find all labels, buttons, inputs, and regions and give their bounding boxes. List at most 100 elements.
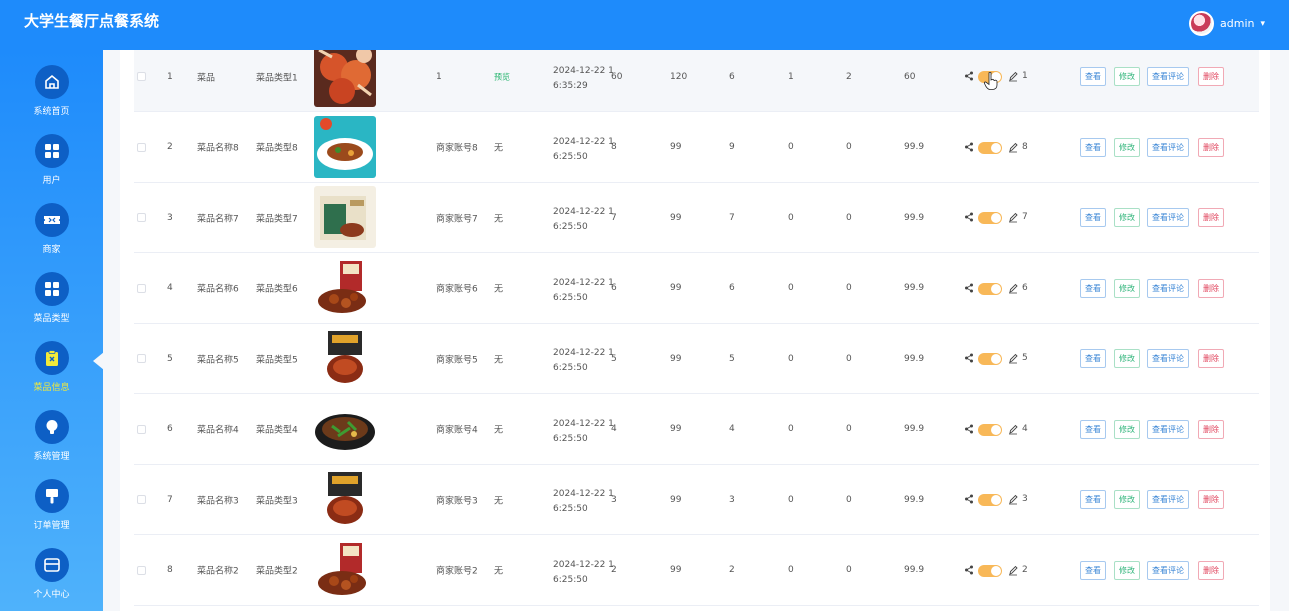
user-menu[interactable]: admin ▾ — [1189, 11, 1265, 36]
share-icon[interactable] — [964, 423, 974, 435]
table-row[interactable]: 7 菜品名称3 菜品类型3 商家账号3 3 99 3 0 0 99.9 无 2024-12-22 1 6… — [134, 465, 1259, 535]
edit-button[interactable]: 修改 — [1114, 560, 1140, 580]
edit-pen-icon[interactable] — [1008, 493, 1018, 505]
share-icon[interactable] — [964, 493, 974, 505]
edit-button[interactable]: 修改 — [1114, 208, 1140, 227]
row-checkbox[interactable] — [137, 495, 146, 504]
sidebar-item-1[interactable]: 系统首页 — [0, 50, 103, 119]
delete-button[interactable]: 删除 — [1198, 349, 1224, 368]
table-row[interactable]: 1 菜品 菜品类型1 1 60 120 6 1 2 60 预览 2024-12-22 1 6:35:29… — [134, 50, 1259, 112]
share-icon[interactable] — [964, 211, 974, 223]
sidebar-item-4[interactable]: 菜品类型 — [0, 257, 103, 326]
table-row[interactable]: 3 菜品名称7 菜品类型7 商家账号7 7 99 7 0 0 99.9 无 2024-12-22 1 6… — [134, 183, 1259, 253]
delete-button[interactable]: 删除 — [1198, 560, 1224, 580]
status-toggle[interactable] — [978, 564, 1002, 577]
view-button[interactable]: 查看 — [1080, 208, 1106, 227]
share-icon[interactable] — [964, 70, 974, 82]
cell-type: 菜品类型5 — [256, 355, 298, 365]
status-toggle[interactable] — [978, 282, 1002, 295]
delete-button[interactable]: 删除 — [1198, 419, 1224, 439]
row-checkbox[interactable] — [137, 213, 146, 222]
status-toggle[interactable] — [978, 353, 1002, 365]
view-comments-button[interactable]: 查看评论 — [1147, 137, 1189, 157]
row-checkbox[interactable] — [137, 424, 146, 434]
table-row[interactable]: 6 菜品名称4 菜品类型4 商家账号4 4 99 4 0 0 99.9 无 2024-12-22 1 6… — [134, 395, 1259, 465]
delete-button[interactable]: 删除 — [1198, 137, 1224, 157]
view-button[interactable]: 查看 — [1080, 419, 1106, 439]
edit-pen-icon[interactable] — [1008, 352, 1018, 364]
delete-button[interactable]: 删除 — [1198, 278, 1224, 298]
view-button[interactable]: 查看 — [1080, 137, 1106, 157]
status-toggle[interactable] — [978, 212, 1002, 224]
row-checkbox[interactable] — [137, 354, 146, 363]
view-button[interactable]: 查看 — [1080, 560, 1106, 580]
view-comments-button[interactable]: 查看评论 — [1147, 278, 1189, 298]
sidebar-item-2[interactable]: 用户 — [0, 119, 103, 188]
sidebar-item-7[interactable]: 订单管理 — [0, 464, 103, 533]
status-toggle[interactable] — [978, 494, 1002, 506]
cell-index: 5 — [167, 353, 173, 364]
sidebar-item-6[interactable]: 系统管理 — [0, 395, 103, 464]
view-button[interactable]: 查看 — [1080, 490, 1106, 509]
food-image — [314, 256, 376, 319]
edit-pen-icon[interactable] — [1008, 282, 1018, 294]
cell-index: 1 — [167, 71, 173, 82]
view-button[interactable]: 查看 — [1080, 349, 1106, 368]
delete-button[interactable]: 删除 — [1198, 208, 1224, 227]
status-toggle[interactable] — [978, 141, 1002, 154]
status-toggle[interactable] — [978, 423, 1002, 436]
sidebar-item-8[interactable]: 个人中心 — [0, 533, 103, 602]
cell-c4: 1 — [788, 71, 794, 82]
edit-button[interactable]: 修改 — [1114, 490, 1140, 509]
cell-c2: 99 — [670, 283, 682, 293]
edit-button[interactable]: 修改 — [1114, 67, 1140, 86]
edit-pen-icon[interactable] — [1008, 564, 1018, 576]
username[interactable]: admin — [1220, 17, 1254, 30]
row-checkbox[interactable] — [137, 142, 146, 152]
view-comments-button[interactable]: 查看评论 — [1147, 349, 1189, 368]
edit-button[interactable]: 修改 — [1114, 137, 1140, 157]
edit-button[interactable]: 修改 — [1114, 278, 1140, 298]
view-comments-button[interactable]: 查看评论 — [1147, 67, 1189, 86]
food-image — [314, 115, 376, 178]
sidebar-item-5[interactable]: 菜品信息 — [0, 326, 104, 395]
edit-button[interactable]: 修改 — [1114, 349, 1140, 368]
cell-merchant: 商家账号5 — [436, 355, 478, 365]
preview-link[interactable]: 预览 — [494, 71, 510, 82]
cell-price: 99.9 — [904, 565, 925, 575]
row-checkbox[interactable] — [137, 565, 146, 575]
food-image — [314, 397, 376, 460]
status-toggle[interactable] — [978, 71, 1002, 83]
table-row[interactable]: 8 菜品名称2 菜品类型2 商家账号2 2 99 2 0 0 99.9 无 2024-12-22 1 6… — [134, 536, 1259, 606]
view-comments-button[interactable]: 查看评论 — [1147, 490, 1189, 509]
share-icon[interactable] — [964, 564, 974, 576]
cell-merchant: 商家账号8 — [436, 143, 478, 154]
row-checkbox[interactable] — [137, 283, 146, 293]
view-comments-button[interactable]: 查看评论 — [1147, 208, 1189, 227]
table-row[interactable]: 5 菜品名称5 菜品类型5 商家账号5 5 99 5 0 0 99.9 无 2024-12-22 1 6… — [134, 324, 1259, 394]
cell-extra: 无 — [494, 425, 504, 436]
cell-c3: 9 — [729, 142, 735, 152]
share-icon[interactable] — [964, 141, 974, 153]
edit-pen-icon[interactable] — [1008, 211, 1018, 223]
edit-button[interactable]: 修改 — [1114, 419, 1140, 439]
share-icon[interactable] — [964, 282, 974, 294]
edit-pen-icon[interactable] — [1008, 423, 1018, 435]
edit-pen-icon[interactable] — [1008, 70, 1018, 82]
share-icon[interactable] — [964, 352, 974, 364]
view-comments-button[interactable]: 查看评论 — [1147, 419, 1189, 439]
chevron-down-icon[interactable]: ▾ — [1260, 19, 1265, 29]
view-comments-button[interactable]: 查看评论 — [1147, 560, 1189, 580]
view-button[interactable]: 查看 — [1080, 278, 1106, 298]
date-line-1: 2024-12-22 1 — [553, 136, 614, 147]
row-checkbox[interactable] — [137, 72, 146, 81]
table-row[interactable]: 4 菜品名称6 菜品类型6 商家账号6 6 99 6 0 0 99.9 无 2024-12-22 1 6… — [134, 254, 1259, 324]
sidebar-item-3[interactable]: 商家 — [0, 188, 103, 257]
avatar[interactable] — [1189, 11, 1214, 36]
edit-pen-icon[interactable] — [1008, 141, 1018, 153]
delete-button[interactable]: 删除 — [1198, 67, 1224, 86]
table-row[interactable]: 2 菜品名称8 菜品类型8 商家账号8 8 99 9 0 0 99.9 无 2024-12-22 16… — [134, 113, 1259, 183]
view-button[interactable]: 查看 — [1080, 67, 1106, 86]
delete-button[interactable]: 删除 — [1198, 490, 1224, 509]
grid-icon — [35, 134, 69, 168]
